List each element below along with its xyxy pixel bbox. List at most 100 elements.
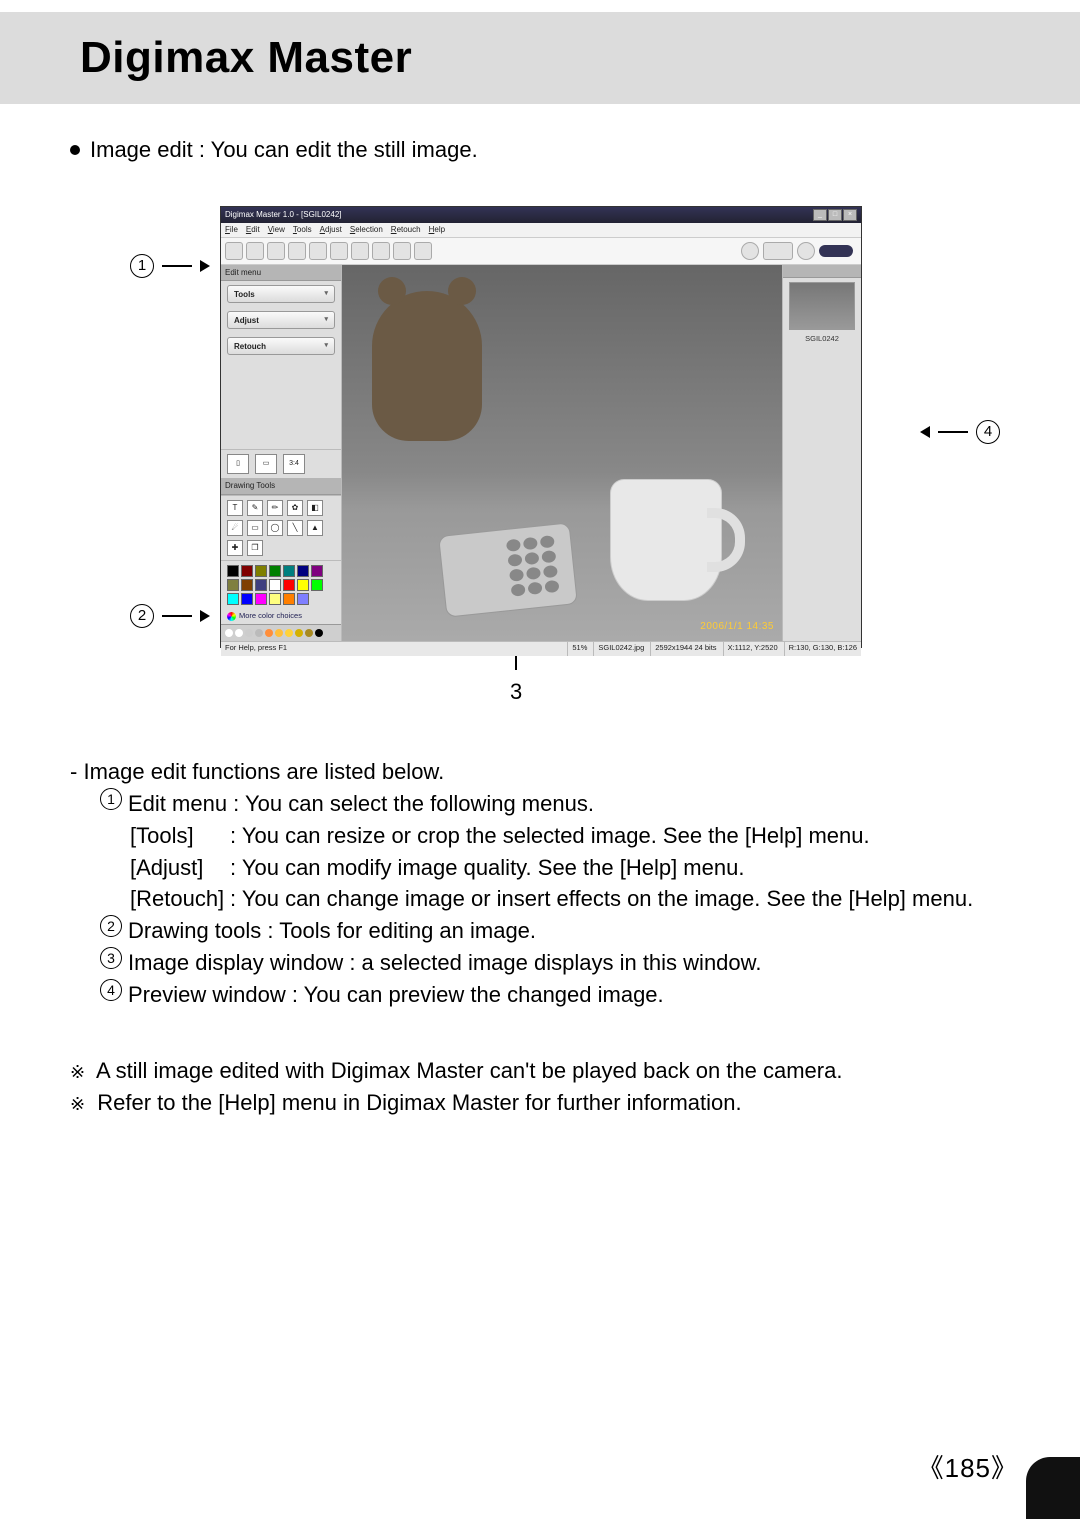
slider-icon[interactable] — [763, 242, 793, 260]
status-cursor: X:1112, Y:2520 — [723, 642, 778, 656]
color-swatch[interactable] — [241, 593, 253, 605]
history-dot[interactable] — [225, 629, 233, 637]
num-4-icon: 4 — [100, 979, 122, 1001]
fill-tool-icon[interactable]: ▲ — [307, 520, 323, 536]
callout-4-num: 4 — [976, 420, 1000, 444]
history-dot[interactable] — [245, 629, 253, 637]
line-tool-icon[interactable]: ╲ — [287, 520, 303, 536]
color-swatch[interactable] — [241, 565, 253, 577]
arrow-head-right-icon — [200, 260, 210, 272]
app-window: Digimax Master 1.0 - [SGIL0242] _ □ × Fi… — [220, 206, 862, 648]
zoom-tool2-icon[interactable] — [797, 242, 815, 260]
history-dot[interactable] — [275, 629, 283, 637]
accordion-adjust[interactable]: Adjust ▾ — [227, 311, 335, 329]
color-swatch[interactable] — [269, 565, 281, 577]
menu-tools[interactable]: Tools — [293, 224, 312, 236]
more-colors-link[interactable]: More color choices — [221, 609, 341, 624]
drawing-tools-heading: Drawing Tools — [221, 478, 341, 495]
image-display-window[interactable]: 2006/1/1 14:35 — [342, 265, 782, 641]
tool-copy-icon[interactable] — [351, 242, 369, 260]
color-swatch[interactable] — [297, 579, 309, 591]
accordion-tools[interactable]: Tools ▾ — [227, 285, 335, 303]
color-swatch[interactable] — [227, 565, 239, 577]
accordion-retouch[interactable]: Retouch ▾ — [227, 337, 335, 355]
menu-adjust[interactable]: Adjust — [320, 224, 342, 236]
tool-saveall-icon[interactable] — [288, 242, 306, 260]
tool-new-icon[interactable] — [225, 242, 243, 260]
color-swatch[interactable] — [255, 565, 267, 577]
color-swatch[interactable] — [255, 579, 267, 591]
intro-bullet: Image edit : You can edit the still imag… — [70, 134, 1010, 166]
history-row — [221, 624, 341, 641]
preview-thumbnail[interactable] — [789, 282, 855, 330]
toolbar-left — [225, 242, 432, 260]
menu-file[interactable]: File — [225, 224, 238, 236]
color-swatch[interactable] — [241, 579, 253, 591]
maximize-button[interactable]: □ — [828, 209, 842, 221]
tool-print-icon[interactable] — [309, 242, 327, 260]
history-dot[interactable] — [265, 629, 273, 637]
page-content: Image edit : You can edit the still imag… — [0, 104, 1080, 1119]
text-tool-icon[interactable]: T — [227, 500, 243, 516]
color-swatch[interactable] — [269, 593, 281, 605]
color-swatch[interactable] — [297, 593, 309, 605]
menu-retouch[interactable]: Retouch — [391, 224, 421, 236]
history-dot[interactable] — [235, 629, 243, 637]
crop-portrait-icon[interactable]: ▯ — [227, 454, 249, 474]
color-swatch[interactable] — [255, 593, 267, 605]
tool-cut-icon[interactable] — [330, 242, 348, 260]
intro-text: Image edit : You can edit the still imag… — [90, 134, 478, 166]
status-help: For Help, press F1 — [225, 643, 287, 654]
menu-selection[interactable]: Selection — [350, 224, 383, 236]
color-swatch[interactable] — [283, 593, 295, 605]
tool-open-icon[interactable] — [246, 242, 264, 260]
callout-3-num: 3 — [510, 676, 522, 708]
close-button[interactable]: × — [843, 209, 857, 221]
eraser-tool-icon[interactable]: ◧ — [307, 500, 323, 516]
tool-save-icon[interactable] — [267, 242, 285, 260]
status-zoom: 51% — [567, 642, 587, 656]
color-swatch[interactable] — [269, 579, 281, 591]
color-swatch[interactable] — [227, 579, 239, 591]
color-swatch[interactable] — [311, 579, 323, 591]
spray-tool-icon[interactable]: ✿ — [287, 500, 303, 516]
color-swatch[interactable] — [311, 565, 323, 577]
menu-help[interactable]: Help — [429, 224, 445, 236]
pencil-tool-icon[interactable]: ✏ — [267, 500, 283, 516]
color-swatch[interactable] — [283, 579, 295, 591]
ellipse-tool-icon[interactable]: ◯ — [267, 520, 283, 536]
minimize-button[interactable]: _ — [813, 209, 827, 221]
tool-redo-icon[interactable] — [393, 242, 411, 260]
picker-tool-icon[interactable]: ✚ — [227, 540, 243, 556]
functions-intro: - Image edit functions are listed below. — [70, 756, 1010, 788]
history-dot[interactable] — [285, 629, 293, 637]
brush-tool-icon[interactable]: ✎ — [247, 500, 263, 516]
color-swatch[interactable] — [227, 593, 239, 605]
tool-home-icon[interactable] — [414, 242, 432, 260]
reference-mark-icon: ※ — [70, 1094, 85, 1114]
menu-view[interactable]: View — [268, 224, 285, 236]
menu-edit[interactable]: Edit — [246, 224, 260, 236]
history-dot[interactable] — [255, 629, 263, 637]
crop-landscape-icon[interactable]: ▭ — [255, 454, 277, 474]
page-number: 185 — [918, 1448, 1018, 1485]
crop-ratio-icon[interactable]: 3:4 — [283, 454, 305, 474]
footnote-1-text: A still image edited with Digimax Master… — [96, 1058, 842, 1083]
zoom-tool-icon[interactable] — [741, 242, 759, 260]
tool-undo-icon[interactable] — [372, 242, 390, 260]
photo-scene: 2006/1/1 14:35 — [342, 265, 782, 641]
history-dot[interactable] — [305, 629, 313, 637]
stamp-tool-icon[interactable]: ❐ — [247, 540, 263, 556]
history-dot[interactable] — [315, 629, 323, 637]
chevron-down-icon: ▾ — [324, 289, 328, 299]
arrow-line — [938, 431, 968, 433]
item-4-text: Preview window : You can preview the cha… — [128, 979, 664, 1011]
smudge-tool-icon[interactable]: ☄ — [227, 520, 243, 536]
color-swatch[interactable] — [283, 565, 295, 577]
item-3: 3 Image display window : a selected imag… — [70, 947, 1010, 979]
history-dot[interactable] — [295, 629, 303, 637]
color-swatch[interactable] — [297, 565, 309, 577]
page-title: Digimax Master — [80, 33, 412, 83]
rect-tool-icon[interactable]: ▭ — [247, 520, 263, 536]
adjust-label: [Adjust] — [130, 852, 220, 884]
